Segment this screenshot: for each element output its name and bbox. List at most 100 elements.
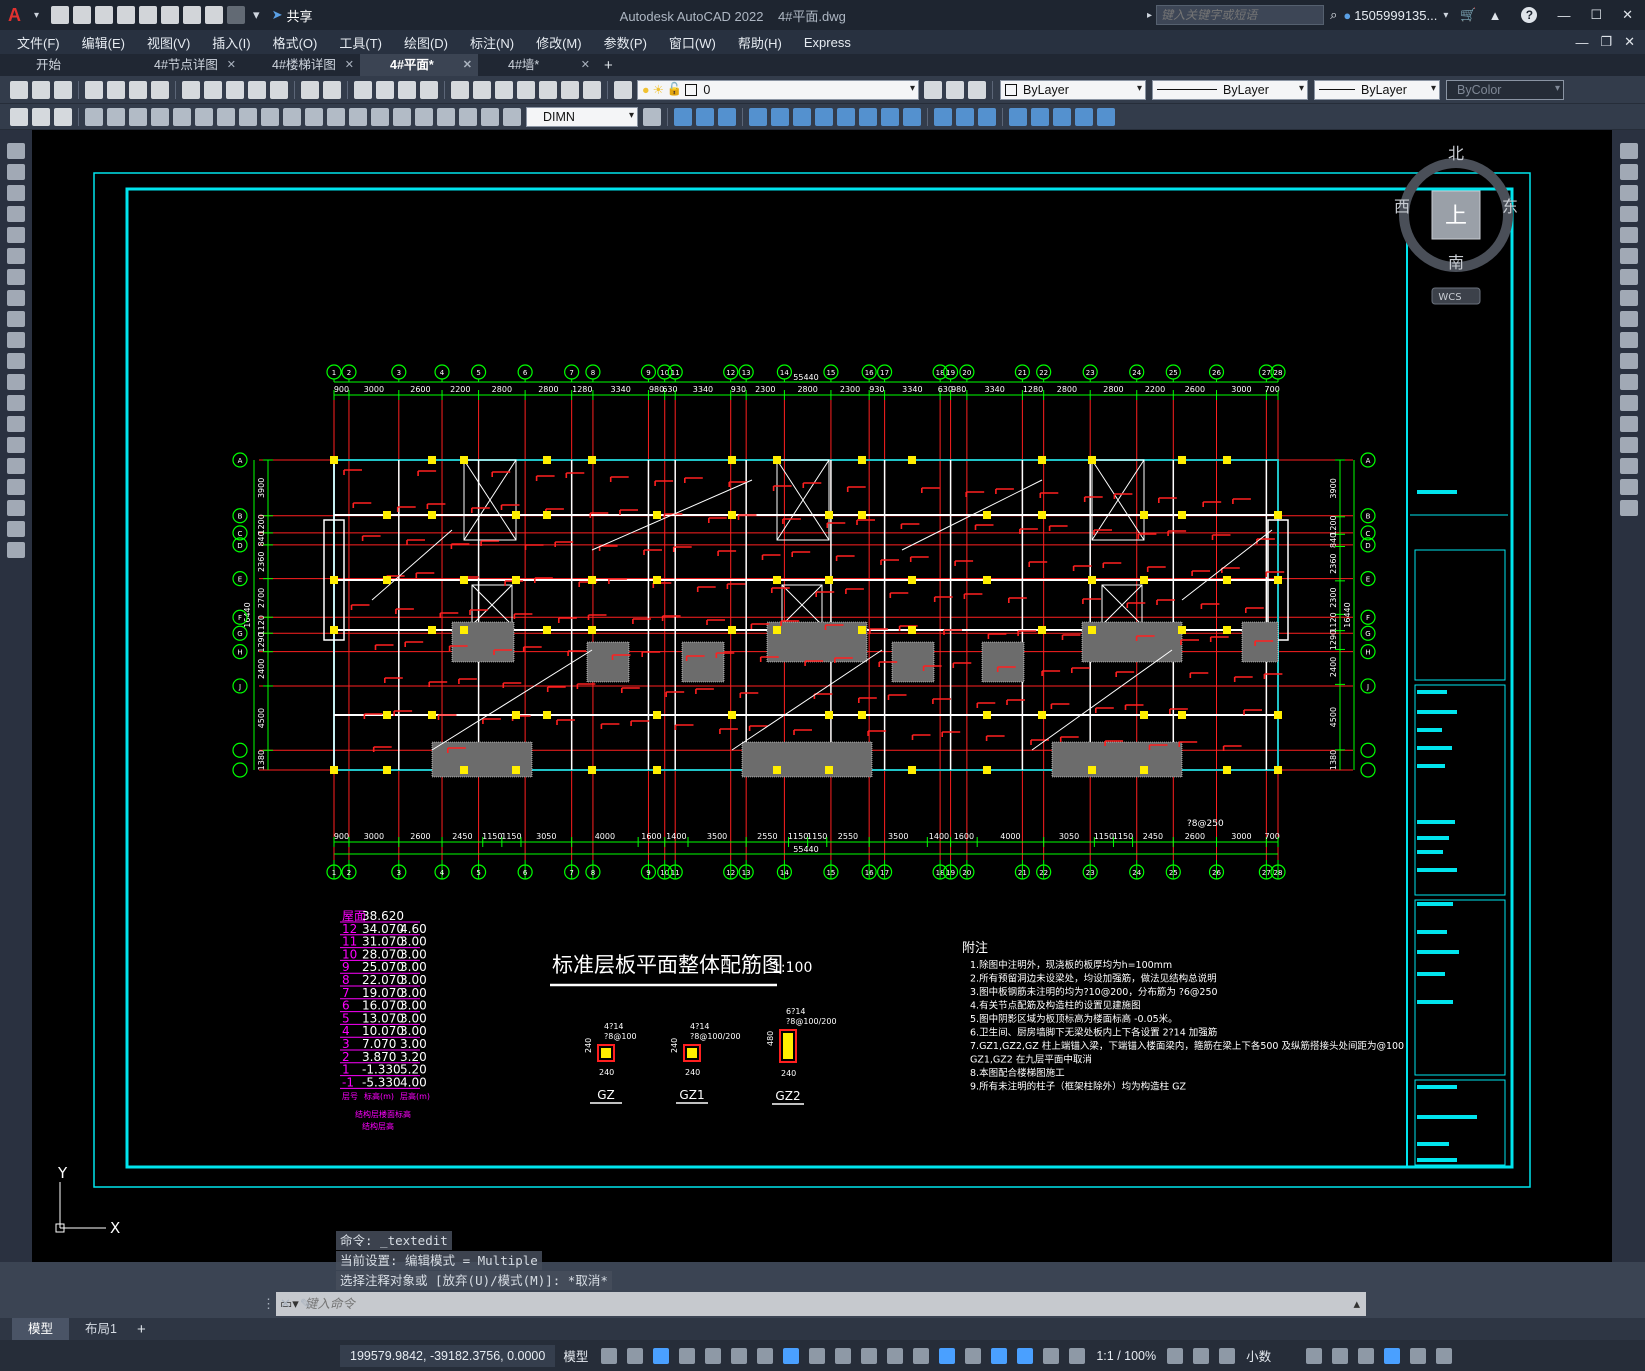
- ordinate-dim-icon[interactable]: [151, 107, 169, 126]
- insert-block-icon[interactable]: [7, 374, 25, 390]
- annotation-scale-value[interactable]: 1:1 / 100%: [1096, 1349, 1156, 1363]
- jogged-linear-icon[interactable]: [437, 107, 455, 126]
- block-editor-icon[interactable]: [270, 80, 288, 99]
- undo-icon[interactable]: [205, 6, 224, 24]
- app-menu-arrow-icon[interactable]: ▾: [34, 10, 39, 21]
- annotation-scale-icon[interactable]: [1069, 1347, 1086, 1364]
- modeling-icon[interactable]: [696, 107, 714, 126]
- modeling-icon[interactable]: [1009, 107, 1027, 126]
- offset-icon[interactable]: [1619, 206, 1638, 222]
- annotation-monitor-icon[interactable]: [1193, 1347, 1210, 1364]
- menu-insert[interactable]: 插入(I): [201, 33, 261, 52]
- revision-cloud-icon[interactable]: [7, 290, 25, 306]
- modeling-icon[interactable]: [859, 107, 877, 126]
- arc-length-icon[interactable]: [129, 107, 147, 126]
- layer-states-icon[interactable]: [968, 80, 986, 99]
- help-icon[interactable]: [583, 80, 601, 99]
- plot-icon[interactable]: [183, 6, 202, 24]
- color-dropdown[interactable]: ByLayer ▾: [1000, 79, 1146, 100]
- quick-dim-icon[interactable]: [261, 107, 279, 126]
- new-file-icon[interactable]: [51, 6, 70, 24]
- linetype-dropdown[interactable]: ByLayer ▾: [1152, 79, 1308, 100]
- tab-close-icon[interactable]: ✕: [227, 54, 236, 76]
- lineweight-dropdown[interactable]: ByLayer ▾: [1314, 79, 1440, 100]
- units-value[interactable]: 小数: [1246, 1346, 1271, 1365]
- design-center-icon[interactable]: [473, 80, 491, 99]
- undo-icon[interactable]: [301, 80, 319, 99]
- aligned-dim-icon[interactable]: [107, 107, 125, 126]
- redo-icon[interactable]: [227, 6, 246, 24]
- jogged-dim-icon[interactable]: [195, 107, 213, 126]
- save-web-icon[interactable]: [161, 6, 180, 24]
- make-block-icon[interactable]: [7, 395, 25, 411]
- mtext-icon[interactable]: [7, 521, 25, 537]
- modeling-icon[interactable]: [978, 107, 996, 126]
- trim-icon[interactable]: [1619, 332, 1638, 348]
- tab-wall[interactable]: 4#墙* ✕: [478, 54, 596, 76]
- lineweight-icon[interactable]: [835, 1347, 852, 1364]
- point-icon[interactable]: [7, 416, 25, 432]
- modeling-icon[interactable]: [881, 107, 899, 126]
- publish-icon[interactable]: [129, 80, 147, 99]
- make-current-icon[interactable]: [924, 80, 942, 99]
- search-input[interactable]: [1156, 5, 1325, 25]
- dim-edit-icon[interactable]: [459, 107, 477, 126]
- region-icon[interactable]: [7, 479, 25, 495]
- modeling-icon[interactable]: [934, 107, 952, 126]
- cart-icon[interactable]: 🛒: [1460, 7, 1476, 23]
- 3d-dwf-icon[interactable]: [151, 80, 169, 99]
- tab-model[interactable]: 模型: [12, 1318, 70, 1340]
- blend-curves-icon[interactable]: [1619, 479, 1638, 495]
- floor-plan[interactable]: [259, 400, 1353, 860]
- cad-drawing[interactable]: 900 3000 2600 2200 2800 2800 1280 3340 980630 334…: [32, 130, 1612, 1262]
- markup-icon[interactable]: [539, 80, 557, 99]
- ortho-icon[interactable]: [705, 1347, 722, 1364]
- plotstyle-dropdown[interactable]: ByColor ▾: [1446, 79, 1564, 100]
- grid-icon[interactable]: [601, 1347, 618, 1364]
- isolate-objects-icon[interactable]: [1358, 1347, 1375, 1364]
- modeling-icon[interactable]: [674, 107, 692, 126]
- isodraft-icon[interactable]: [757, 1347, 774, 1364]
- menu-format[interactable]: 格式(O): [262, 33, 329, 52]
- plot-icon[interactable]: [85, 80, 103, 99]
- selection-cycling-icon[interactable]: [887, 1347, 904, 1364]
- modeling-icon[interactable]: [1053, 107, 1071, 126]
- modeling-icon[interactable]: [956, 107, 974, 126]
- customization-icon[interactable]: [1436, 1347, 1453, 1364]
- layer-on-icon[interactable]: ●: [642, 83, 650, 97]
- transparency-icon[interactable]: [861, 1347, 878, 1364]
- tab-plan[interactable]: 4#平面* ✕: [360, 54, 478, 76]
- units-icon[interactable]: [1219, 1347, 1236, 1364]
- open-icon[interactable]: [32, 80, 50, 99]
- layer-dropdown[interactable]: ● ☀ 🔓 0 ▾: [637, 79, 919, 100]
- pan-icon[interactable]: [354, 80, 372, 99]
- search-expand-icon[interactable]: ▸: [1147, 10, 1152, 21]
- dim-space-icon[interactable]: [327, 107, 345, 126]
- menu-help[interactable]: 帮助(H): [727, 33, 793, 52]
- maximize-icon[interactable]: ☐: [1590, 7, 1602, 23]
- copy-icon[interactable]: [204, 80, 222, 99]
- dim-text-edit-icon[interactable]: [481, 107, 499, 126]
- history-arrow-icon[interactable]: ▴: [1353, 1296, 1360, 1312]
- ellipse-icon[interactable]: [7, 332, 25, 348]
- customize-qat-icon[interactable]: ▾: [253, 7, 260, 23]
- join-icon[interactable]: [1619, 416, 1638, 432]
- tool-icon[interactable]: [10, 107, 28, 126]
- modeling-icon[interactable]: [1031, 107, 1049, 126]
- tab-layout1[interactable]: 布局1: [69, 1318, 133, 1340]
- explode-icon[interactable]: [1619, 500, 1638, 516]
- properties-icon[interactable]: [451, 80, 469, 99]
- doc-minimize-icon[interactable]: —: [1575, 35, 1588, 50]
- hardware-acceleration-icon[interactable]: [1384, 1347, 1401, 1364]
- radius-dim-icon[interactable]: [173, 107, 191, 126]
- dimstyle-dropdown[interactable]: DIMN ▾: [526, 106, 638, 127]
- circle-icon[interactable]: [7, 269, 25, 285]
- menu-express[interactable]: Express: [793, 35, 862, 50]
- chamfer-icon[interactable]: [1619, 437, 1638, 453]
- clean-screen-icon[interactable]: [1410, 1347, 1427, 1364]
- construction-line-icon[interactable]: [7, 164, 25, 180]
- tool-icon[interactable]: [54, 107, 72, 126]
- sheet-set-icon[interactable]: [517, 80, 535, 99]
- user-icon[interactable]: ●: [1343, 8, 1351, 23]
- 3d-osnap-icon[interactable]: [913, 1347, 930, 1364]
